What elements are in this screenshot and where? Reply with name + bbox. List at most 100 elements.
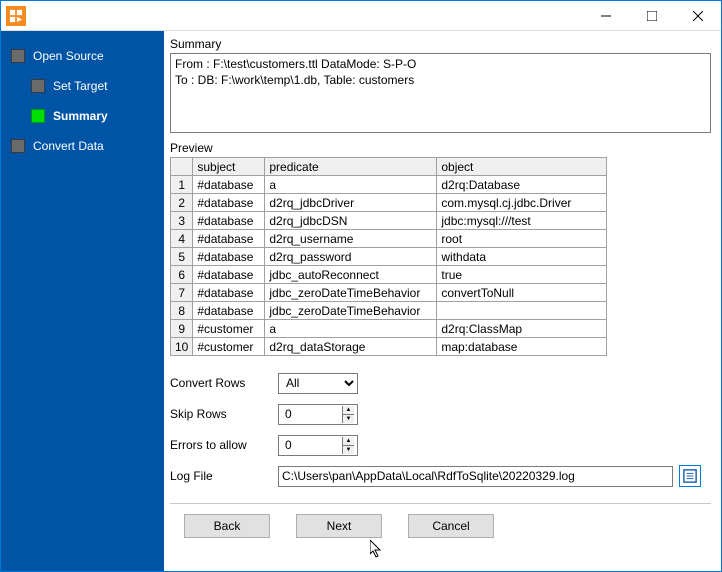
table-row[interactable]: 9#customerad2rq:ClassMap	[171, 320, 607, 338]
col-header[interactable]: object	[437, 158, 607, 176]
predicate-cell: d2rq_jdbcDSN	[265, 212, 437, 230]
convert-rows-select[interactable]: All	[278, 373, 358, 394]
sidebar-item-convert-data[interactable]: Convert Data	[1, 131, 164, 161]
subject-cell: #database	[193, 284, 265, 302]
skip-rows-input[interactable]	[282, 406, 342, 423]
table-row[interactable]: 2#databased2rq_jdbcDrivercom.mysql.cj.jd…	[171, 194, 607, 212]
wizard-buttons: Back Next Cancel	[170, 503, 711, 552]
summary-text: From : F:\test\customers.ttl DataMode: S…	[170, 53, 711, 133]
summary-heading: Summary	[170, 37, 711, 51]
spin-down-icon[interactable]: ▼	[343, 446, 354, 454]
table-row[interactable]: 4#databased2rq_usernameroot	[171, 230, 607, 248]
rownum-cell: 4	[171, 230, 193, 248]
predicate-cell: jdbc_zeroDateTimeBehavior	[265, 302, 437, 320]
predicate-cell: jdbc_autoReconnect	[265, 266, 437, 284]
table-row[interactable]: 8#databasejdbc_zeroDateTimeBehavior	[171, 302, 607, 320]
sidebar-item-open-source[interactable]: Open Source	[1, 41, 164, 71]
object-cell: d2rq:ClassMap	[437, 320, 607, 338]
subject-cell: #database	[193, 194, 265, 212]
object-cell: jdbc:mysql:///test	[437, 212, 607, 230]
log-file-input[interactable]	[278, 466, 673, 487]
rownum-header	[171, 158, 193, 176]
step-status-icon	[31, 109, 45, 123]
close-button[interactable]	[675, 1, 721, 31]
sidebar-item-label: Convert Data	[33, 139, 104, 153]
subject-cell: #customer	[193, 320, 265, 338]
subject-cell: #database	[193, 176, 265, 194]
rownum-cell: 2	[171, 194, 193, 212]
col-header[interactable]: predicate	[265, 158, 437, 176]
predicate-cell: a	[265, 320, 437, 338]
object-cell	[437, 302, 607, 320]
rownum-cell: 1	[171, 176, 193, 194]
app-icon	[6, 6, 26, 26]
summary-line-from: From : F:\test\customers.ttl DataMode: S…	[175, 57, 706, 73]
object-cell: com.mysql.cj.jdbc.Driver	[437, 194, 607, 212]
object-cell: withdata	[437, 248, 607, 266]
sidebar-item-set-target[interactable]: Set Target	[1, 71, 164, 101]
subject-cell: #customer	[193, 338, 265, 356]
browse-icon	[683, 469, 697, 483]
rownum-cell: 3	[171, 212, 193, 230]
skip-rows-label: Skip Rows	[170, 407, 278, 421]
errors-input[interactable]	[282, 437, 342, 454]
convert-rows-label: Convert Rows	[170, 376, 278, 390]
rownum-cell: 8	[171, 302, 193, 320]
rownum-cell: 7	[171, 284, 193, 302]
summary-line-to: To : DB: F:\work\temp\1.db, Table: custo…	[175, 73, 706, 89]
table-row[interactable]: 10#customerd2rq_dataStoragemap:database	[171, 338, 607, 356]
preview-table-wrap: subject predicate object 1#databasead2rq…	[170, 157, 711, 357]
wizard-sidebar: Open Source Set Target Summary Convert D…	[1, 31, 164, 571]
table-row[interactable]: 7#databasejdbc_zeroDateTimeBehaviorconve…	[171, 284, 607, 302]
subject-cell: #database	[193, 212, 265, 230]
predicate-cell: d2rq_password	[265, 248, 437, 266]
step-status-icon	[31, 79, 45, 93]
errors-spinner[interactable]: ▲▼	[278, 435, 358, 456]
subject-cell: #database	[193, 248, 265, 266]
spin-down-icon[interactable]: ▼	[343, 415, 354, 423]
step-status-icon	[11, 49, 25, 63]
object-cell: root	[437, 230, 607, 248]
object-cell: true	[437, 266, 607, 284]
predicate-cell: jdbc_zeroDateTimeBehavior	[265, 284, 437, 302]
table-row[interactable]: 6#databasejdbc_autoReconnecttrue	[171, 266, 607, 284]
step-status-icon	[11, 139, 25, 153]
rownum-cell: 10	[171, 338, 193, 356]
table-row[interactable]: 3#databased2rq_jdbcDSNjdbc:mysql:///test	[171, 212, 607, 230]
minimize-button[interactable]	[583, 1, 629, 31]
maximize-button[interactable]	[629, 1, 675, 31]
rownum-cell: 9	[171, 320, 193, 338]
sidebar-item-label: Set Target	[53, 79, 107, 93]
preview-table: subject predicate object 1#databasead2rq…	[170, 157, 607, 356]
subject-cell: #database	[193, 266, 265, 284]
predicate-cell: a	[265, 176, 437, 194]
sidebar-item-summary[interactable]: Summary	[1, 101, 164, 131]
titlebar	[1, 1, 721, 31]
predicate-cell: d2rq_jdbcDriver	[265, 194, 437, 212]
spin-up-icon[interactable]: ▲	[343, 437, 354, 446]
options-form: Convert Rows All Skip Rows ▲▼ Errors to …	[170, 369, 711, 493]
table-row[interactable]: 1#databasead2rq:Database	[171, 176, 607, 194]
preview-heading: Preview	[170, 141, 711, 155]
col-header[interactable]: subject	[193, 158, 265, 176]
skip-rows-spinner[interactable]: ▲▼	[278, 404, 358, 425]
sidebar-item-label: Summary	[53, 109, 108, 123]
predicate-cell: d2rq_dataStorage	[265, 338, 437, 356]
next-button[interactable]: Next	[296, 514, 382, 538]
main-panel: Summary From : F:\test\customers.ttl Dat…	[164, 31, 721, 571]
cancel-button[interactable]: Cancel	[408, 514, 494, 538]
object-cell: convertToNull	[437, 284, 607, 302]
sidebar-item-label: Open Source	[33, 49, 104, 63]
log-file-label: Log File	[170, 469, 278, 483]
rownum-cell: 6	[171, 266, 193, 284]
subject-cell: #database	[193, 302, 265, 320]
spin-up-icon[interactable]: ▲	[343, 406, 354, 415]
predicate-cell: d2rq_username	[265, 230, 437, 248]
object-cell: map:database	[437, 338, 607, 356]
subject-cell: #database	[193, 230, 265, 248]
table-row[interactable]: 5#databased2rq_passwordwithdata	[171, 248, 607, 266]
errors-to-allow-label: Errors to allow	[170, 438, 278, 452]
browse-log-button[interactable]	[679, 465, 701, 487]
object-cell: d2rq:Database	[437, 176, 607, 194]
back-button[interactable]: Back	[184, 514, 270, 538]
